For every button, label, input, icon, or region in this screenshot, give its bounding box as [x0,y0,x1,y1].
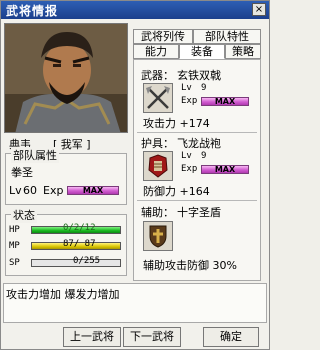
hp-value: 0/2/12 [63,223,96,233]
accessory-slot-label: 辅助： [141,206,174,219]
armor-exp-bar: MAX [201,165,249,174]
weapon-exp-label: Exp [181,96,198,106]
hp-label: HP [9,225,20,235]
mp-label: MP [9,241,20,251]
armor-level-label: Lv [181,151,192,161]
close-button[interactable]: × [252,3,266,16]
armor-exp-label: Exp [181,164,198,174]
window-title: 武将情报 [6,4,59,18]
armor-name: 飞龙战袍 [177,137,221,150]
sp-value: 0/255 [73,256,101,266]
unit-attributes-title: 部队属性 [11,147,59,163]
unit-level-label: Lv [9,184,22,197]
armor-icon [148,154,168,178]
cross-shield-icon [149,225,167,248]
unit-level: 60 [23,184,37,197]
description-box: 攻击力增加 爆发力增加 [3,283,267,323]
weapon-slot-label: 武器： [141,69,174,82]
general-info-window: 武将情报 × 典韦 [ 我军 ] 部队属性 拳圣 Lv 60 Exp MAX 状… [0,0,270,350]
weapon-level: 9 [201,83,207,93]
unit-exp-label: Exp [43,184,64,197]
divider [137,200,257,201]
sp-label: SP [9,258,20,268]
armor-level: 9 [201,151,207,161]
weapon-exp-bar: MAX [201,97,249,106]
weapon-icon-box[interactable] [143,83,173,113]
weapon-level-label: Lv [181,83,192,93]
tab-biography[interactable]: 武将列传 [133,29,193,44]
ok-button[interactable]: 确定 [203,327,259,347]
unit-exp-bar: MAX [67,186,119,195]
accessory-name: 十字圣盾 [177,206,221,219]
armor-slot-label: 护具： [141,137,174,150]
next-general-button[interactable]: 下一武将 [123,327,181,347]
mp-value: 87/ 87 [63,239,96,249]
troop-type: 拳圣 [11,166,33,179]
tab-unit-traits[interactable]: 部队特性 [193,29,261,44]
crossed-halberds-icon [146,86,170,109]
tab-strategy[interactable]: 策略 [225,44,261,59]
prev-general-button[interactable]: 上一武将 [63,327,121,347]
armor-icon-box[interactable] [143,151,173,181]
status-title: 状态 [11,207,37,223]
title-bar: 武将情报 × [1,1,269,19]
weapon-name: 玄铁双戟 [177,69,221,82]
accessory-effect: 辅助攻击防御 30% [143,259,237,272]
tab-equipment[interactable]: 装备 [179,44,225,59]
description-text: 攻击力增加 爆发力增加 [6,288,120,301]
tab-abilities[interactable]: 能力 [133,44,179,59]
general-portrait [4,23,128,133]
armor-defense-stat: 防御力 +164 [143,185,210,198]
accessory-icon-box[interactable] [143,221,173,251]
weapon-attack-stat: 攻击力 +174 [143,117,210,130]
divider [137,132,257,133]
